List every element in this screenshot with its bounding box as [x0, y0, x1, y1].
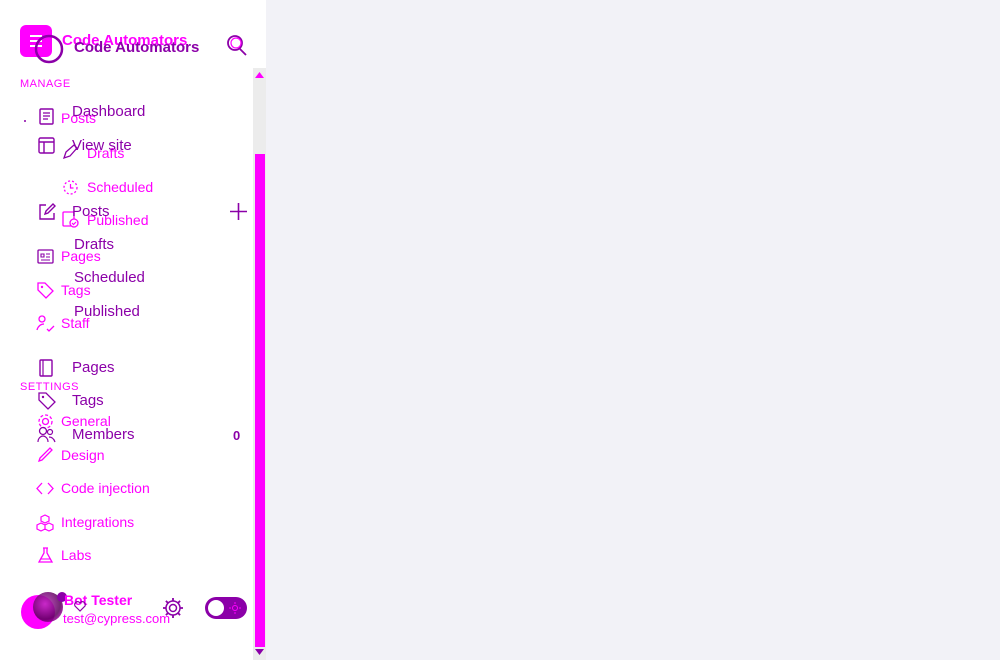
staff-icon: [36, 314, 55, 333]
nav-dashboard[interactable]: Dashboard: [72, 104, 145, 119]
section-manage: MANAGE: [20, 78, 71, 90]
nav-code-injection[interactable]: Code injection: [61, 481, 150, 495]
nav-design[interactable]: Design: [61, 448, 105, 462]
gear-icon[interactable]: [162, 597, 184, 619]
tag-icon-front: [38, 392, 56, 410]
sun-icon: [229, 602, 241, 614]
scroll-down-arrow[interactable]: [255, 649, 264, 655]
book-icon: [39, 359, 55, 377]
nav-scheduled-back[interactable]: Scheduled: [87, 180, 153, 194]
members-icon: [37, 426, 56, 443]
app-window: { "brand": { "name_back": "Code Automato…: [0, 0, 1000, 660]
scroll-up-arrow[interactable]: [255, 72, 264, 78]
code-icon: [36, 481, 54, 496]
nav-drafts[interactable]: Drafts: [74, 237, 114, 252]
brand-name: Code Automators: [74, 39, 200, 56]
nav-integrations[interactable]: Integrations: [61, 515, 134, 529]
toggle-knob: [208, 600, 224, 616]
integrations-icon: [36, 514, 54, 532]
clock-icon: [62, 179, 79, 196]
user-email: test@cypress.com: [63, 611, 171, 626]
nav-labs[interactable]: Labs: [61, 548, 91, 562]
scrollbar-thumb[interactable]: [255, 154, 265, 647]
spinner-icon: [33, 33, 65, 65]
members-count: 0: [233, 428, 241, 443]
nav-view-site[interactable]: View site: [72, 138, 132, 153]
labs-icon: [37, 547, 54, 564]
pages-icon: [37, 248, 54, 265]
nav-scheduled[interactable]: Scheduled: [74, 270, 145, 285]
nav-published[interactable]: Published: [74, 304, 140, 319]
main-content: [266, 0, 1000, 660]
plus-icon[interactable]: [229, 202, 248, 221]
theme-toggle[interactable]: [205, 597, 247, 619]
nav-posts[interactable]: Posts: [72, 204, 110, 219]
edit-icon: [38, 203, 56, 221]
active-dot: [24, 120, 26, 122]
tag-icon: [37, 282, 54, 299]
nav-pages[interactable]: Pages: [72, 360, 115, 375]
heart-icon: [73, 600, 87, 612]
brush-icon: [37, 446, 54, 463]
sidebar: Code Automators Code Automators MANAGE P…: [0, 0, 266, 660]
nav-members[interactable]: Members: [72, 427, 135, 442]
search-icon[interactable]: [226, 33, 248, 57]
nav-tags[interactable]: Tags: [72, 393, 104, 408]
layout-icon: [38, 137, 55, 154]
posts-icon: [37, 107, 56, 126]
